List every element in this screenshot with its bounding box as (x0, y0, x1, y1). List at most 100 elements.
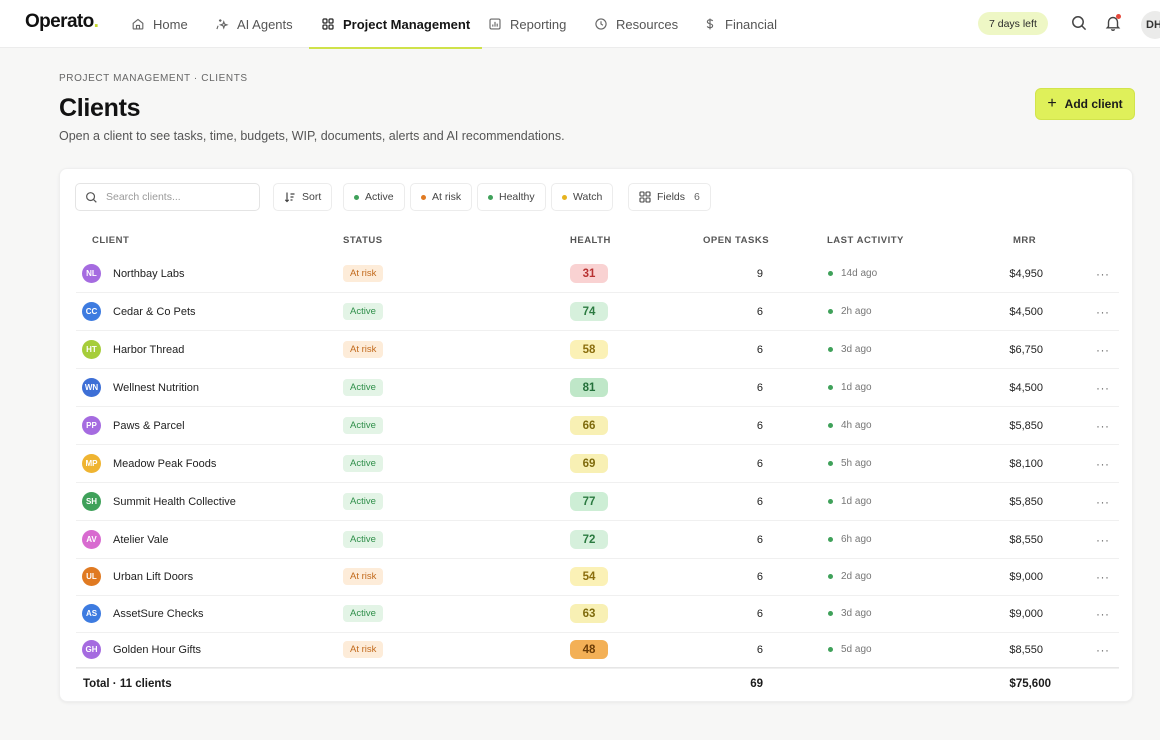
row-menu-button[interactable]: ··· (1096, 595, 1110, 632)
status-cell: Active (343, 483, 383, 520)
table-row[interactable]: PP Paws & Parcel Active 66 6 4h ago $5,850 ··· (76, 407, 1119, 445)
row-menu-button[interactable]: ··· (1096, 293, 1110, 330)
fields-button[interactable]: Fields 6 (628, 183, 711, 211)
open-tasks-value: 6 (756, 343, 763, 356)
filter-watch[interactable]: Watch (551, 183, 614, 211)
table-row[interactable]: AV Atelier Vale Active 72 6 6h ago $8,550 ··· (76, 521, 1119, 559)
client-avatar: WN (82, 378, 101, 397)
row-menu-button[interactable]: ··· (1096, 255, 1110, 292)
column-header-status[interactable]: STATUS (343, 235, 383, 246)
client-name[interactable]: Paws & Parcel (113, 420, 185, 432)
activity-dot (828, 309, 833, 314)
filter-dot (421, 194, 426, 200)
user-avatar[interactable]: DH (1141, 11, 1160, 39)
client-name[interactable]: Atelier Vale (113, 534, 168, 546)
table-row[interactable]: MP Meadow Peak Foods Active 69 6 5h ago $8,100… (76, 445, 1119, 483)
row-menu-button[interactable]: ··· (1096, 558, 1110, 595)
nav-item-reporting[interactable]: Reporting (488, 0, 566, 48)
client-cell[interactable]: AV Atelier Vale (82, 521, 168, 558)
clients-table-card: Sort Active At risk Healthy Watch Fields… (59, 168, 1133, 702)
nav-item-project-management[interactable]: Project Management (308, 0, 483, 49)
mrr-value: $9,000 (1009, 607, 1043, 620)
client-cell[interactable]: GH Golden Hour Gifts (82, 631, 201, 668)
status-badge: Active (343, 493, 383, 510)
nav-item-resources[interactable]: Resources (594, 0, 678, 48)
row-menu-button[interactable]: ··· (1096, 521, 1110, 558)
open-tasks-value: 6 (756, 381, 763, 394)
status-badge: Active (343, 605, 383, 622)
last-activity-value: 2d ago (841, 571, 872, 582)
search-box[interactable] (75, 183, 260, 211)
client-name[interactable]: Summit Health Collective (113, 496, 236, 508)
table-row[interactable]: AS AssetSure Checks Active 63 6 3d ago $9,000 ·… (76, 595, 1119, 633)
health-cell: 48 (570, 631, 608, 668)
open-tasks-value: 6 (756, 570, 763, 583)
mrr-value: $5,850 (1009, 495, 1043, 508)
health-cell: 66 (570, 407, 608, 444)
table-row[interactable]: CC Cedar & Co Pets Active 74 6 2h ago $4,500 ··… (76, 293, 1119, 331)
row-menu-button[interactable]: ··· (1096, 407, 1110, 444)
sparkle-icon (216, 19, 229, 30)
row-menu-button[interactable]: ··· (1096, 445, 1110, 482)
client-name[interactable]: AssetSure Checks (113, 608, 203, 620)
health-score: 54 (570, 567, 608, 586)
table-row[interactable]: HT Harbor Thread At risk 58 6 3d ago $6,750 ··· (76, 331, 1119, 369)
row-menu-button[interactable]: ··· (1096, 331, 1110, 368)
filter-healthy[interactable]: Healthy (477, 183, 546, 211)
table-row[interactable]: GH Golden Hour Gifts At risk 48 6 5d ago $8,55… (76, 631, 1119, 669)
last-activity-cell: 1d ago (828, 483, 872, 520)
nav-item-ai-agents[interactable]: AI Agents (215, 0, 293, 48)
client-cell[interactable]: NL Northbay Labs (82, 255, 185, 292)
client-name[interactable]: Urban Lift Doors (113, 571, 193, 583)
client-name[interactable]: Northbay Labs (113, 268, 185, 280)
trial-badge[interactable]: 7 days left (978, 12, 1048, 35)
client-cell[interactable]: PP Paws & Parcel (82, 407, 185, 444)
health-cell: 63 (570, 595, 608, 632)
last-activity-value: 3d ago (841, 608, 872, 619)
client-name[interactable]: Golden Hour Gifts (113, 644, 201, 656)
table-row[interactable]: WN Wellnest Nutrition Active 81 6 1d ago $4,50… (76, 369, 1119, 407)
mrr-value: $8,550 (1009, 643, 1043, 656)
column-header-last-activity[interactable]: LAST ACTIVITY (827, 235, 904, 246)
add-client-button[interactable]: + Add client (1035, 88, 1135, 120)
activity-dot (828, 537, 833, 542)
client-name[interactable]: Wellnest Nutrition (113, 382, 199, 394)
sort-button[interactable]: Sort (273, 183, 333, 211)
client-name[interactable]: Meadow Peak Foods (113, 458, 216, 470)
column-header-client[interactable]: CLIENT (92, 235, 129, 246)
column-header-mrr[interactable]: MRR (1013, 235, 1036, 246)
status-badge: Active (343, 531, 383, 548)
column-header-health[interactable]: HEALTH (570, 235, 611, 246)
brand-logo[interactable]: Operato. (25, 11, 99, 33)
client-cell[interactable]: SH Summit Health Collective (82, 483, 236, 520)
open-tasks-total: 69 (750, 677, 763, 690)
table-row[interactable]: UL Urban Lift Doors At risk 54 6 2d ago $9,000… (76, 558, 1119, 596)
table-row[interactable]: SH Summit Health Collective Active 77 6 1d ag… (76, 483, 1119, 521)
client-cell[interactable]: WN Wellnest Nutrition (82, 369, 199, 406)
status-cell: At risk (343, 331, 384, 368)
search-input[interactable] (106, 191, 246, 203)
client-name[interactable]: Cedar & Co Pets (113, 306, 196, 318)
client-cell[interactable]: AS AssetSure Checks (82, 595, 203, 632)
client-cell[interactable]: UL Urban Lift Doors (82, 558, 193, 595)
column-header-open-tasks[interactable]: OPEN TASKS (703, 235, 769, 246)
filter-dot (488, 194, 493, 200)
dollar-icon (706, 18, 714, 30)
last-activity-cell: 3d ago (828, 595, 872, 632)
filter-active[interactable]: Active (343, 183, 405, 211)
nav-item-home[interactable]: Home (131, 0, 188, 48)
filter-at-risk[interactable]: At risk (410, 183, 473, 211)
search-icon[interactable] (1070, 14, 1088, 32)
client-avatar: AV (82, 530, 101, 549)
row-menu-button[interactable]: ··· (1096, 631, 1110, 668)
client-name[interactable]: Harbor Thread (113, 344, 184, 356)
client-cell[interactable]: CC Cedar & Co Pets (82, 293, 196, 330)
row-menu-button[interactable]: ··· (1096, 483, 1110, 520)
nav-item-financial[interactable]: Financial (703, 0, 777, 48)
status-badge: Active (343, 455, 383, 472)
client-cell[interactable]: MP Meadow Peak Foods (82, 445, 216, 482)
row-menu-button[interactable]: ··· (1096, 369, 1110, 406)
table-row[interactable]: NL Northbay Labs At risk 31 9 14d ago $4,950 ··… (76, 255, 1119, 293)
filter-label: Active (365, 191, 394, 203)
client-cell[interactable]: HT Harbor Thread (82, 331, 184, 368)
